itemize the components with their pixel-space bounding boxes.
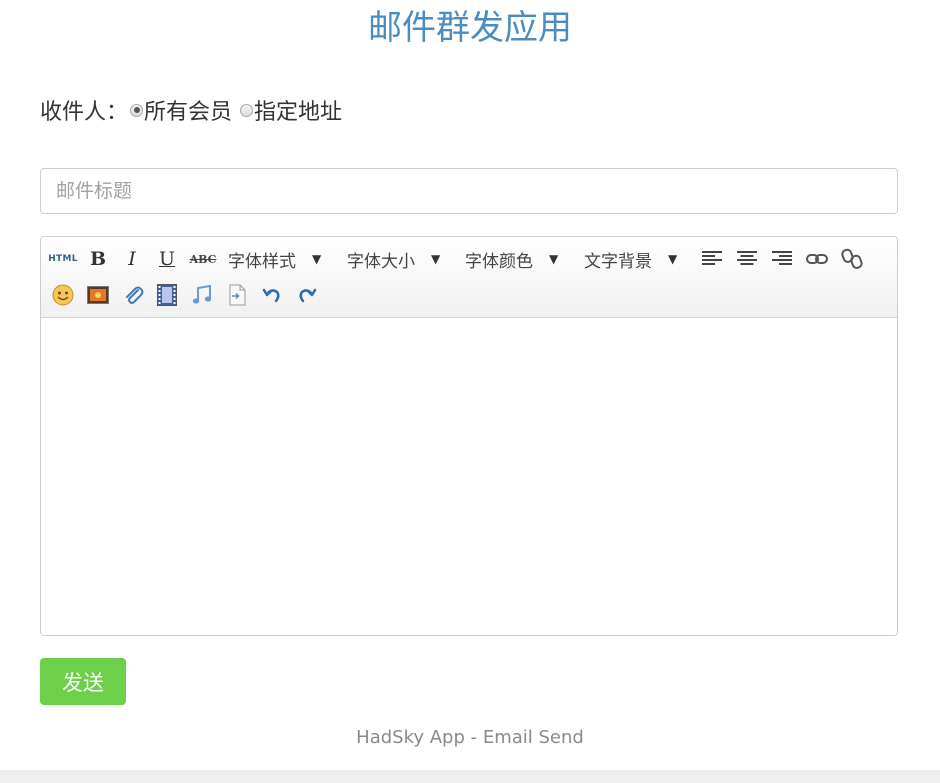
font-style-select[interactable]: 字体样式 ▼ <box>228 247 322 272</box>
specified-address-label[interactable]: 指定地址 <box>254 94 342 126</box>
redo-icon[interactable] <box>295 283 319 307</box>
underline-icon[interactable]: U <box>155 247 179 271</box>
font-size-select[interactable]: 字体大小 ▼ <box>347 247 441 272</box>
text-background-label: 文字背景 <box>584 251 652 272</box>
subject-input[interactable] <box>40 168 898 214</box>
unlink-icon[interactable] <box>840 247 864 271</box>
chevron-down-icon: ▼ <box>312 252 322 266</box>
all-members-radio[interactable] <box>130 103 144 117</box>
link-icon[interactable] <box>805 247 829 271</box>
html-icon[interactable]: HTML <box>48 247 77 271</box>
insert-file-icon[interactable] <box>225 283 249 307</box>
bottom-bar <box>0 770 940 783</box>
image-icon[interactable] <box>86 283 110 307</box>
italic-icon[interactable]: I <box>120 247 144 271</box>
specified-address-radio[interactable] <box>240 103 254 117</box>
editor-toolbar: HTML B I U ABC 字体样式 ▼ 字体大小 ▼ 字体颜色 ▼ 文字背景… <box>41 237 897 318</box>
recipients-group: 收件人： 所有会员 指定地址 <box>40 94 342 126</box>
font-style-label: 字体样式 <box>228 251 296 272</box>
font-size-label: 字体大小 <box>347 251 415 272</box>
font-color-label: 字体颜色 <box>465 251 533 272</box>
footer-text: HadSky App - Email Send <box>356 727 584 748</box>
all-members-label[interactable]: 所有会员 <box>144 94 232 126</box>
chevron-down-icon: ▼ <box>549 252 559 266</box>
rich-text-editor: HTML B I U ABC 字体样式 ▼ 字体大小 ▼ 字体颜色 ▼ 文字背景… <box>40 236 898 636</box>
send-button[interactable]: 发送 <box>40 658 126 705</box>
music-icon[interactable] <box>190 283 214 307</box>
align-right-icon[interactable] <box>770 247 794 271</box>
attachment-icon[interactable] <box>121 283 145 307</box>
strikethrough-icon[interactable]: ABC <box>189 247 217 271</box>
editor-content-area[interactable] <box>41 318 897 635</box>
align-center-icon[interactable] <box>735 247 759 271</box>
align-left-icon[interactable] <box>700 247 724 271</box>
text-background-select[interactable]: 文字背景 ▼ <box>584 247 678 272</box>
emoticon-icon[interactable] <box>51 283 75 307</box>
font-color-select[interactable]: 字体颜色 ▼ <box>465 247 559 272</box>
video-icon[interactable] <box>155 283 179 307</box>
chevron-down-icon: ▼ <box>431 252 441 266</box>
chevron-down-icon: ▼ <box>668 252 678 266</box>
page-title: 邮件群发应用 <box>368 8 572 48</box>
recipients-label: 收件人： <box>40 100 129 125</box>
bold-icon[interactable]: B <box>86 247 110 271</box>
undo-icon[interactable] <box>260 283 284 307</box>
